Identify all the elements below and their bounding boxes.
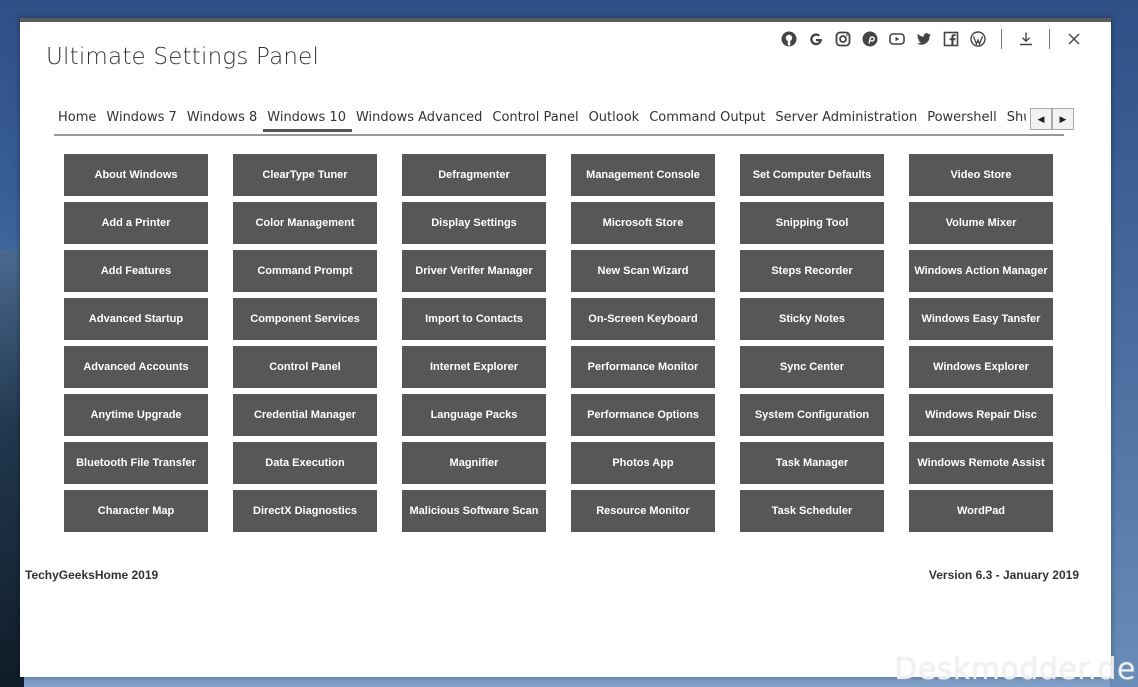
google-icon[interactable]	[805, 28, 827, 50]
volume-mixer-button[interactable]: Volume Mixer	[909, 202, 1053, 244]
close-icon[interactable]	[1063, 28, 1085, 50]
malicious-software-scan-button[interactable]: Malicious Software Scan	[402, 490, 546, 532]
app-title: Ultimate Settings Panel	[46, 44, 320, 70]
tab-windows-10[interactable]: Windows 10	[263, 106, 352, 132]
settings-button-grid: About Windows ClearType Tuner Defragment…	[64, 154, 1053, 532]
tab-windows-7[interactable]: Windows 7	[102, 106, 182, 132]
scroll-right-button[interactable]: ▶	[1052, 108, 1074, 130]
divider	[1049, 29, 1050, 49]
tab-server-administration[interactable]: Server Administration	[771, 106, 923, 132]
resource-monitor-button[interactable]: Resource Monitor	[571, 490, 715, 532]
set-computer-defaults-button[interactable]: Set Computer Defaults	[740, 154, 884, 196]
tab-strip: Home Windows 7 Windows 8 Windows 10 Wind…	[54, 106, 1026, 134]
windows-easy-transfer-button[interactable]: Windows Easy Tansfer	[909, 298, 1053, 340]
windows-remote-assist-button[interactable]: Windows Remote Assist	[909, 442, 1053, 484]
footer-version: Version 6.3 - January 2019	[928, 568, 1079, 582]
pinterest-icon[interactable]	[859, 28, 881, 50]
bluetooth-file-transfer-button[interactable]: Bluetooth File Transfer	[64, 442, 208, 484]
tab-windows-advanced[interactable]: Windows Advanced	[352, 106, 488, 132]
watermark: Deskmodder.de	[894, 652, 1136, 687]
import-to-contacts-button[interactable]: Import to Contacts	[402, 298, 546, 340]
credential-manager-button[interactable]: Credential Manager	[233, 394, 377, 436]
control-panel-button[interactable]: Control Panel	[233, 346, 377, 388]
instagram-icon[interactable]	[832, 28, 854, 50]
github-icon[interactable]	[778, 28, 800, 50]
photos-app-button[interactable]: Photos App	[571, 442, 715, 484]
directx-diagnostics-button[interactable]: DirectX Diagnostics	[233, 490, 377, 532]
wordpress-icon[interactable]	[967, 28, 989, 50]
scroll-left-button[interactable]: ◀	[1030, 108, 1052, 130]
performance-monitor-button[interactable]: Performance Monitor	[571, 346, 715, 388]
driver-verifier-manager-button[interactable]: Driver Verifer Manager	[402, 250, 546, 292]
component-services-button[interactable]: Component Services	[233, 298, 377, 340]
on-screen-keyboard-button[interactable]: On-Screen Keyboard	[571, 298, 715, 340]
wordpad-button[interactable]: WordPad	[909, 490, 1053, 532]
display-settings-button[interactable]: Display Settings	[402, 202, 546, 244]
data-execution-button[interactable]: Data Execution	[233, 442, 377, 484]
color-management-button[interactable]: Color Management	[233, 202, 377, 244]
tab-powershell[interactable]: Powershell	[923, 106, 1003, 132]
tab-home[interactable]: Home	[54, 106, 102, 132]
language-packs-button[interactable]: Language Packs	[402, 394, 546, 436]
defragmenter-button[interactable]: Defragmenter	[402, 154, 546, 196]
windows-action-manager-button[interactable]: Windows Action Manager	[909, 250, 1053, 292]
task-manager-button[interactable]: Task Manager	[740, 442, 884, 484]
twitter-icon[interactable]	[913, 28, 935, 50]
microsoft-store-button[interactable]: Microsoft Store	[571, 202, 715, 244]
internet-explorer-button[interactable]: Internet Explorer	[402, 346, 546, 388]
new-scan-wizard-button[interactable]: New Scan Wizard	[571, 250, 715, 292]
youtube-icon[interactable]	[886, 28, 908, 50]
tab-bar: Home Windows 7 Windows 8 Windows 10 Wind…	[54, 106, 1074, 136]
character-map-button[interactable]: Character Map	[64, 490, 208, 532]
tab-command-output[interactable]: Command Output	[645, 106, 771, 132]
footer-copyright: TechyGeeksHome 2019	[25, 568, 159, 582]
tab-shutdown-options[interactable]: Shutdown Options	[1003, 106, 1026, 132]
advanced-accounts-button[interactable]: Advanced Accounts	[64, 346, 208, 388]
anytime-upgrade-button[interactable]: Anytime Upgrade	[64, 394, 208, 436]
video-store-button[interactable]: Video Store	[909, 154, 1053, 196]
cleartype-tuner-button[interactable]: ClearType Tuner	[233, 154, 377, 196]
add-printer-button[interactable]: Add a Printer	[64, 202, 208, 244]
system-configuration-button[interactable]: System Configuration	[740, 394, 884, 436]
divider	[1001, 29, 1002, 49]
magnifier-button[interactable]: Magnifier	[402, 442, 546, 484]
command-prompt-button[interactable]: Command Prompt	[233, 250, 377, 292]
performance-options-button[interactable]: Performance Options	[571, 394, 715, 436]
snipping-tool-button[interactable]: Snipping Tool	[740, 202, 884, 244]
download-icon[interactable]	[1015, 28, 1037, 50]
app-window: Ultimate Settings Panel Home Windows 7 W…	[20, 18, 1111, 677]
steps-recorder-button[interactable]: Steps Recorder	[740, 250, 884, 292]
tab-underline	[54, 134, 1064, 136]
management-console-button[interactable]: Management Console	[571, 154, 715, 196]
windows-explorer-button[interactable]: Windows Explorer	[909, 346, 1053, 388]
tab-outlook[interactable]: Outlook	[585, 106, 646, 132]
windows-repair-disc-button[interactable]: Windows Repair Disc	[909, 394, 1053, 436]
advanced-startup-button[interactable]: Advanced Startup	[64, 298, 208, 340]
sticky-notes-button[interactable]: Sticky Notes	[740, 298, 884, 340]
tab-scroll-controls: ◀ ▶	[1030, 108, 1074, 130]
about-windows-button[interactable]: About Windows	[64, 154, 208, 196]
facebook-icon[interactable]	[940, 28, 962, 50]
titlebar-icons	[775, 26, 1087, 52]
desktop-right-edge	[1110, 0, 1138, 687]
add-features-button[interactable]: Add Features	[64, 250, 208, 292]
task-scheduler-button[interactable]: Task Scheduler	[740, 490, 884, 532]
tab-control-panel[interactable]: Control Panel	[488, 106, 584, 132]
sync-center-button[interactable]: Sync Center	[740, 346, 884, 388]
tab-windows-8[interactable]: Windows 8	[183, 106, 263, 132]
